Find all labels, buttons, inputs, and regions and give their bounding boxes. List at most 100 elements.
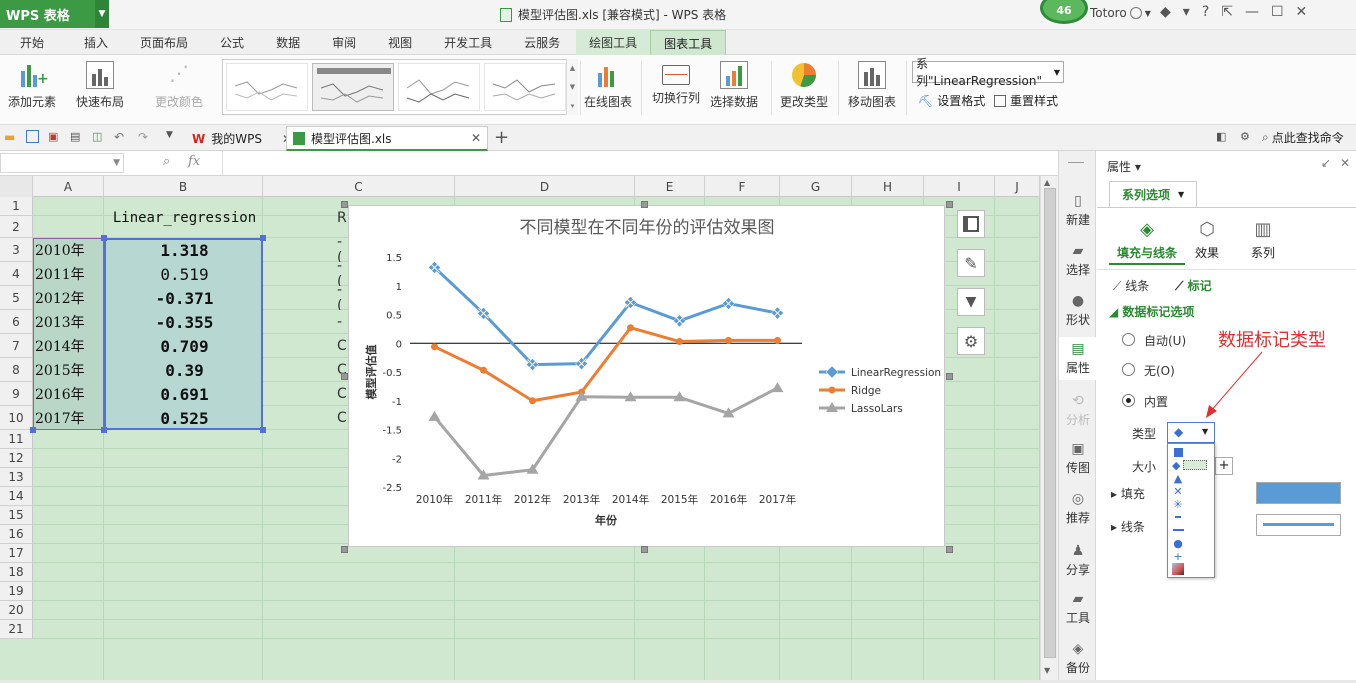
column-header-i[interactable]: I: [924, 176, 995, 197]
cell-c[interactable]: -(: [337, 286, 347, 310]
marker-type-list[interactable]: ◆ ▲ ✕ ✳ ● +: [1167, 443, 1215, 578]
radio-none[interactable]: [1122, 363, 1135, 376]
scroll-thumb[interactable]: [1044, 188, 1056, 658]
cell-value[interactable]: 1.318: [106, 238, 263, 262]
fx-icon[interactable]: fx: [188, 154, 200, 169]
menu-tab-6[interactable]: 视图: [372, 30, 428, 55]
chart-resize-handle[interactable]: [641, 201, 648, 208]
chart-settings-button[interactable]: ⚙: [957, 327, 985, 355]
formula-input[interactable]: [222, 151, 1058, 175]
marker-type-select[interactable]: ◆ ▼: [1167, 422, 1215, 443]
triangle-marker-option[interactable]: ▲: [1172, 472, 1184, 484]
tab-file[interactable]: 模型评估图.xls ✕: [286, 126, 488, 151]
chart-resize-handle[interactable]: [341, 201, 348, 208]
restore-icon[interactable]: ⇱: [1221, 4, 1233, 20]
cell-b2[interactable]: Linear_regression: [106, 207, 263, 229]
zoom-icon[interactable]: ⌕: [163, 154, 170, 169]
row-header[interactable]: 20: [0, 601, 33, 620]
sidebar-item-6[interactable]: ◎ 推荐: [1059, 487, 1097, 530]
row-header[interactable]: 17: [0, 544, 33, 563]
cell-year[interactable]: 2011年: [35, 262, 85, 286]
close-icon[interactable]: ✕: [1296, 4, 1308, 20]
menu-tab-8[interactable]: 云服务: [508, 30, 576, 55]
cell-year[interactable]: 2014年: [35, 334, 85, 358]
cell-value[interactable]: 0.709: [106, 334, 263, 358]
export-pdf-icon[interactable]: ▣: [48, 130, 64, 146]
column-header-d[interactable]: D: [455, 176, 635, 197]
switch-row-col-button[interactable]: 切换行列: [652, 61, 700, 106]
cell-c[interactable]: C: [337, 334, 347, 358]
cell-year[interactable]: 2010年: [35, 238, 85, 262]
print-preview-icon[interactable]: ◫: [92, 130, 108, 146]
chevron-down-icon[interactable]: ▼: [166, 130, 182, 146]
column-header-b[interactable]: B: [104, 176, 263, 197]
select-data-button[interactable]: 选择数据: [710, 61, 758, 110]
quick-layout-button[interactable]: 快速布局: [76, 61, 124, 110]
series-select[interactable]: 系列"LinearRegression" ▼: [912, 57, 1064, 88]
sidebar-item-4[interactable]: ⟲ 分析: [1059, 389, 1097, 432]
print-icon[interactable]: ▤: [70, 130, 86, 146]
fill-color-swatch[interactable]: [1256, 482, 1341, 504]
chart-resize-handle[interactable]: [946, 201, 953, 208]
panel-collapse-icon[interactable]: ↙: [1321, 156, 1331, 170]
row-header[interactable]: 10: [0, 406, 33, 430]
column-header-j[interactable]: J: [995, 176, 1040, 197]
chart-resize-handle[interactable]: [946, 546, 953, 553]
chart-filter-button[interactable]: ▼: [957, 288, 985, 316]
menu-tab-9[interactable]: 绘图工具: [576, 30, 651, 55]
skin-switch-icon[interactable]: ◧: [1216, 130, 1226, 143]
cell-c[interactable]: -(: [337, 238, 347, 262]
chart-style-thumb-2[interactable]: [312, 63, 394, 111]
circle-marker-option[interactable]: ●: [1172, 537, 1184, 549]
cell-value[interactable]: -0.355: [106, 310, 263, 334]
chart-resize-handle[interactable]: [341, 373, 348, 380]
cell-year[interactable]: 2016年: [35, 382, 85, 406]
row-header[interactable]: 5: [0, 286, 33, 310]
row-header[interactable]: 3: [0, 238, 33, 262]
chevron-down-icon[interactable]: ▼: [95, 0, 109, 28]
radio-builtin[interactable]: [1122, 394, 1135, 407]
line-section[interactable]: ▸ 线条: [1111, 518, 1145, 535]
user-area[interactable]: Totoro ▼: [1090, 6, 1151, 20]
cell-c[interactable]: -(: [337, 262, 347, 286]
app-menu-button[interactable]: WPS 表格 ▼: [0, 0, 109, 28]
chart-resize-handle[interactable]: [946, 373, 953, 380]
sidebar-item-1[interactable]: ▰ 选择: [1059, 239, 1097, 282]
diamond-marker-option[interactable]: ◆: [1172, 459, 1212, 471]
row-header[interactable]: 8: [0, 358, 33, 382]
help-icon[interactable]: ?: [1202, 4, 1209, 20]
sidebar-item-3[interactable]: ▤ 属性: [1059, 337, 1097, 380]
cell-value[interactable]: -0.371: [106, 286, 263, 310]
cell-year[interactable]: 2013年: [35, 310, 85, 334]
menu-tab-4[interactable]: 数据: [260, 30, 316, 55]
chart-style-thumb-4[interactable]: [484, 63, 566, 111]
row-header[interactable]: 2: [0, 216, 33, 238]
name-box[interactable]: ▼: [0, 153, 124, 173]
cell-year[interactable]: 2012年: [35, 286, 85, 310]
menu-tab-7[interactable]: 开发工具: [428, 30, 508, 55]
row-header[interactable]: 18: [0, 563, 33, 582]
line-subtab[interactable]: ⟋ 线条: [1113, 277, 1149, 294]
cell-c2[interactable]: R: [337, 207, 347, 229]
column-header-e[interactable]: E: [635, 176, 705, 197]
online-chart-button[interactable]: 在线图表: [584, 61, 632, 110]
row-header[interactable]: 16: [0, 525, 33, 544]
reset-style-button[interactable]: 重置样式: [994, 92, 1058, 109]
chart-resize-handle[interactable]: [341, 546, 348, 553]
chart-elements-button[interactable]: [957, 210, 985, 238]
menu-tab-10[interactable]: 图表工具: [650, 30, 727, 55]
chart-style-thumb-1[interactable]: [226, 63, 308, 111]
picture-marker-option[interactable]: [1172, 563, 1184, 575]
cell-value[interactable]: 0.519: [106, 262, 263, 286]
cell-value[interactable]: 0.691: [106, 382, 263, 406]
scroll-down-icon[interactable]: ▼: [1044, 666, 1050, 675]
x-marker-option[interactable]: ✕: [1172, 485, 1184, 497]
move-chart-button[interactable]: 移动图表: [848, 61, 896, 110]
column-header-h[interactable]: H: [852, 176, 924, 197]
row-header[interactable]: 11: [0, 430, 33, 449]
cell-value[interactable]: 0.525: [106, 406, 263, 430]
change-color-button[interactable]: ⋰ 更改颜色: [155, 61, 203, 110]
panel-title[interactable]: 属性 ▾: [1107, 158, 1141, 175]
row-header[interactable]: 14: [0, 487, 33, 506]
size-increment-button[interactable]: +: [1215, 457, 1233, 475]
